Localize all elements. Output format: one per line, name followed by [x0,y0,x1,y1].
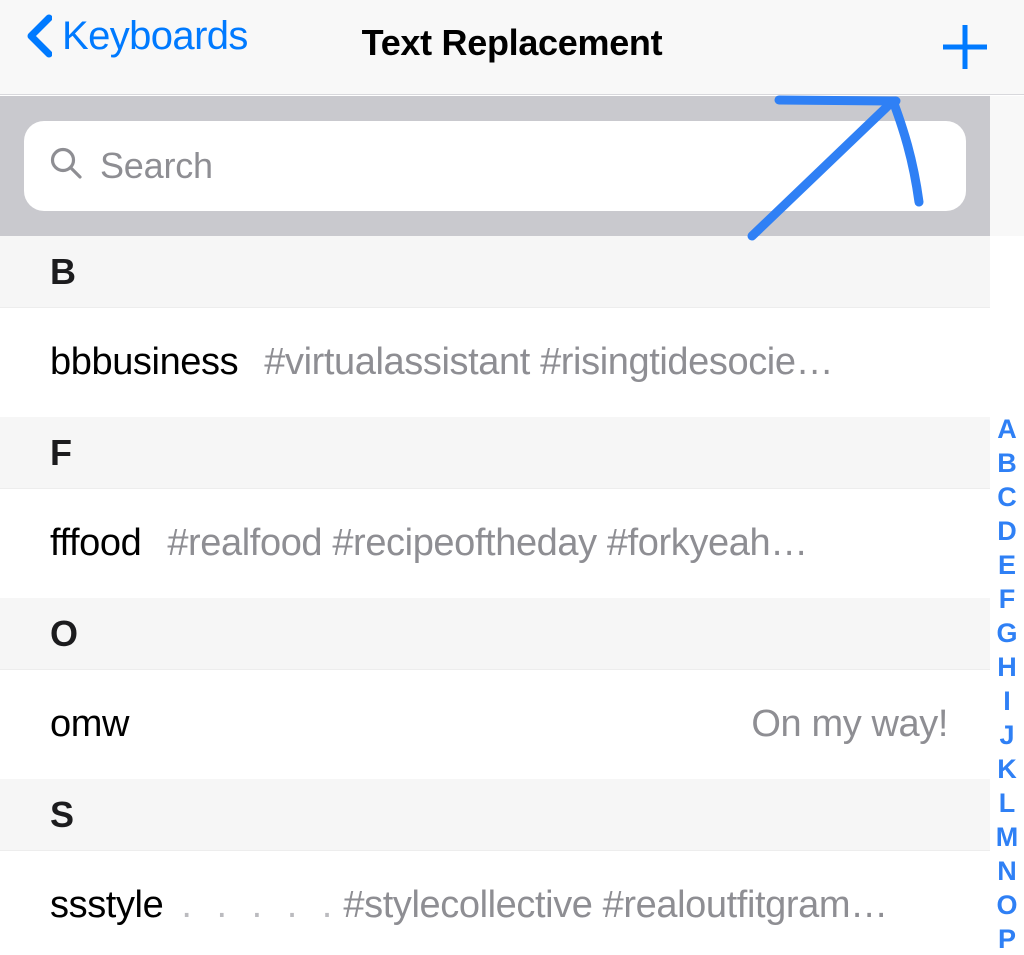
index-letter-k[interactable]: K [997,752,1017,786]
index-letter-j[interactable]: J [999,718,1014,752]
index-letter-b[interactable]: B [997,446,1017,480]
row-phrase: #realfood #recipeoftheday #forkyeah… [167,522,808,564]
search-bar-container: Search [0,96,990,236]
index-letter-f[interactable]: F [999,582,1016,616]
section-header: F [0,417,990,489]
row-shortcut: fffood [50,522,142,564]
index-letter-l[interactable]: L [999,786,1016,820]
index-letter-p[interactable]: P [998,922,1016,955]
index-letter-g[interactable]: G [996,616,1017,650]
search-icon [46,144,86,189]
table-row[interactable]: bbbusiness #virtualassistant #risingtides… [0,308,990,417]
index-letter-n[interactable]: N [997,854,1017,888]
row-leader-dots: . . . . . [181,884,340,926]
page-title: Text Replacement [361,22,663,63]
row-phrase: #stylecollective #realoutfitgram… [343,884,888,926]
search-placeholder: Search [100,145,213,186]
row-shortcut: omw [50,703,130,745]
alphabet-index[interactable]: ABCDEFGHIJKLMNOP [990,412,1024,955]
row-phrase: #virtualassistant #risingtidesocie… [264,341,834,383]
index-column-background-top [990,96,1024,236]
section-header: S [0,779,990,851]
text-replacement-screen: Keyboards Text Replacement Search B bbbu… [0,0,1024,955]
section-header: O [0,598,990,670]
plus-icon [934,16,996,78]
index-letter-a[interactable]: A [997,412,1017,446]
table-row[interactable]: ssstyle . . . . . #stylecollective #realou… [0,851,990,955]
index-letter-e[interactable]: E [998,548,1016,582]
add-button[interactable] [934,16,996,78]
row-shortcut: ssstyle [50,884,164,926]
table-row[interactable]: omw On my way! [0,670,990,779]
section-header: B [0,236,990,308]
index-letter-c[interactable]: C [997,480,1017,514]
index-letter-o[interactable]: O [996,888,1017,922]
text-replacement-list: Bbbbusiness #virtualassistant #risingtide… [0,236,990,955]
search-input[interactable]: Search [24,121,966,211]
index-letter-h[interactable]: H [997,650,1017,684]
navigation-bar: Keyboards Text Replacement [0,0,1024,95]
index-letter-i[interactable]: I [1003,684,1011,718]
index-letter-d[interactable]: D [997,514,1017,548]
row-shortcut: bbbusiness [50,341,239,383]
index-letter-m[interactable]: M [996,820,1019,854]
table-row[interactable]: fffood #realfood #recipeoftheday #forkyea… [0,489,990,598]
row-phrase: On my way! [751,703,948,745]
